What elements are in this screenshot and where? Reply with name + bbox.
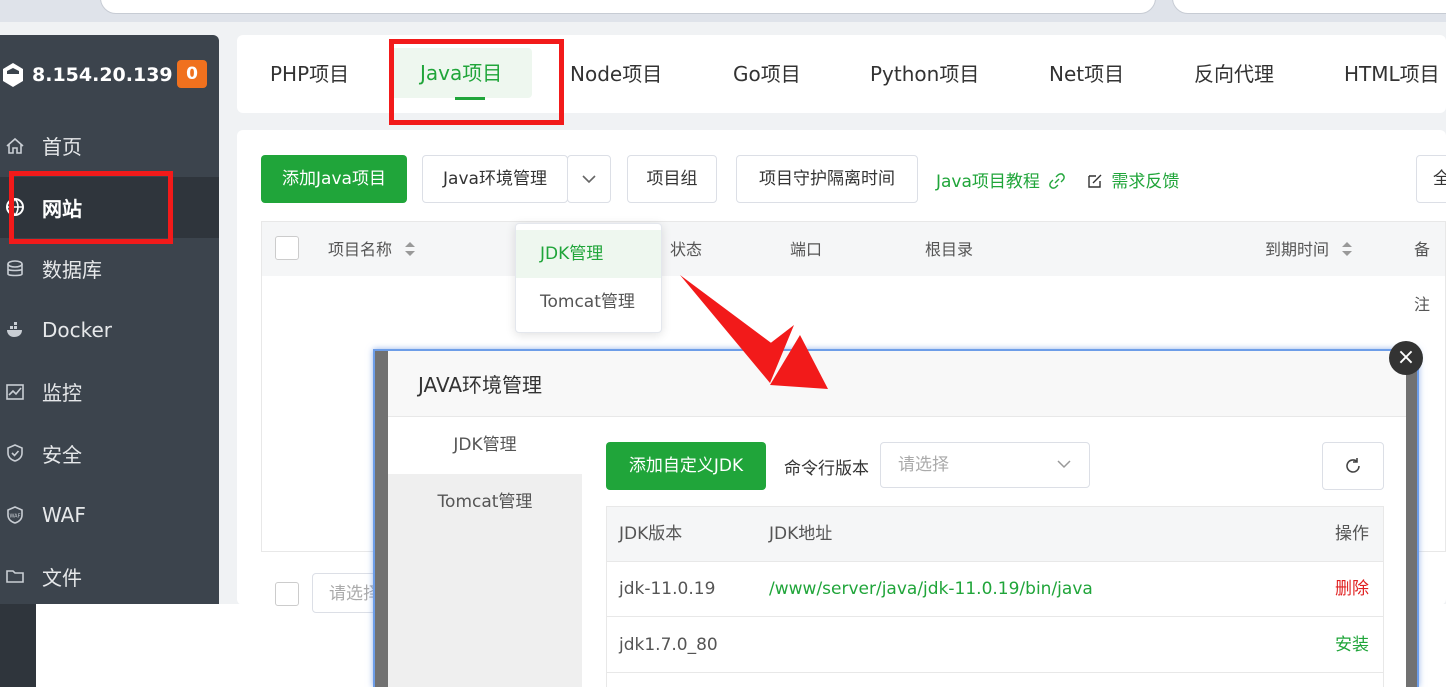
cli-version-placeholder: 请选择 <box>898 455 949 475</box>
col-jdk-version: JDK版本 <box>619 524 683 544</box>
shield-icon <box>4 442 26 464</box>
project-table-header: 项目名称 状态 端口 根目录 到期时间 备注 <box>261 221 1446 314</box>
close-icon[interactable]: × <box>1389 341 1423 375</box>
sidebar-item-label: 安全 <box>42 442 82 467</box>
tab-reverse-proxy[interactable]: 反向代理 <box>1194 35 1274 113</box>
sidebar-item-security[interactable]: 安全 <box>0 423 219 485</box>
col-root-dir: 根目录 <box>925 240 974 259</box>
refresh-icon <box>1346 458 1360 473</box>
tab-python[interactable]: Python项目 <box>870 35 979 113</box>
highlight-website-box <box>9 171 173 244</box>
cli-version-select[interactable]: 请选择 <box>880 442 1090 488</box>
sidebar-item-label: Docker <box>42 318 113 343</box>
refresh-button[interactable] <box>1322 442 1384 490</box>
java-env-dropdown-menu: JDK管理 Tomcat管理 <box>515 223 662 333</box>
sidebar-item-files[interactable]: 文件 <box>0 546 219 606</box>
sidebar-item-database[interactable]: 数据库 <box>0 238 219 300</box>
table-row: jdk1.7.0_80 安装 <box>607 618 1383 673</box>
svg-text:WAF: WAF <box>10 513 21 519</box>
project-group-button[interactable]: 项目组 <box>627 155 717 203</box>
highlight-java-tab-box <box>389 39 564 125</box>
browser-search-box[interactable] <box>1172 0 1446 14</box>
table-row: jdk-11.0.19 /www/server/java/jdk-11.0.19… <box>607 562 1383 617</box>
java-tutorial-label: Java项目教程 <box>936 172 1040 192</box>
feedback-link[interactable]: 需求反馈 <box>1087 167 1179 192</box>
sidebar-item-home[interactable]: 首页 <box>0 115 219 177</box>
folder-icon <box>4 565 26 587</box>
filter-all-button[interactable]: 全 <box>1416 155 1446 203</box>
waf-shield-icon: WAF <box>4 504 26 526</box>
col-label: 项目名称 <box>328 240 393 259</box>
sidebar-item-label: WAF <box>42 502 86 527</box>
modal-nav-tomcat[interactable]: Tomcat管理 <box>388 474 582 531</box>
guard-interval-button[interactable]: 项目守护隔离时间 <box>736 155 918 203</box>
col-project-name[interactable]: 项目名称 <box>328 222 417 277</box>
monitor-icon <box>4 381 26 403</box>
sidebar-item-waf[interactable]: WAF WAF <box>0 484 219 546</box>
modal-side-nav: JDK管理 Tomcat管理 <box>388 417 582 687</box>
tab-php[interactable]: PHP项目 <box>270 35 349 113</box>
server-logo-icon <box>3 63 23 87</box>
database-icon <box>4 258 26 280</box>
menu-item-tomcat-manage[interactable]: Tomcat管理 <box>516 278 661 326</box>
modal-nav-jdk[interactable]: JDK管理 <box>388 417 582 474</box>
chevron-down-icon <box>582 175 596 184</box>
tab-go[interactable]: Go项目 <box>733 35 801 113</box>
menu-item-jdk-manage[interactable]: JDK管理 <box>516 230 661 278</box>
modal-content: JAVA环境管理 JDK管理 Tomcat管理 添加自定义JDK 命令行版本 请… <box>388 351 1409 687</box>
tab-node[interactable]: Node项目 <box>570 35 662 113</box>
sidebar-item-label: 文件 <box>42 565 82 590</box>
java-env-manage-button[interactable]: Java环境管理 <box>422 155 568 203</box>
jdk-version-cell: jdk-11.0.19 <box>619 579 716 599</box>
java-env-modal: JAVA环境管理 JDK管理 Tomcat管理 添加自定义JDK 命令行版本 请… <box>373 341 1423 687</box>
col-jdk-path: JDK地址 <box>769 524 833 544</box>
browser-chrome <box>0 0 1446 22</box>
jdk-table: JDK版本 JDK地址 操作 jdk-11.0.19 /www/server/j… <box>606 506 1384 687</box>
sidebar-item-label: 数据库 <box>42 258 102 283</box>
tab-html[interactable]: HTML项目 <box>1344 35 1440 113</box>
java-env-dropdown-toggle[interactable] <box>567 155 611 203</box>
delete-action[interactable]: 删除 <box>1335 562 1369 617</box>
add-java-project-button[interactable]: 添加Java项目 <box>261 155 407 203</box>
jdk-path-cell[interactable]: /www/server/java/jdk-11.0.19/bin/java <box>769 562 1093 617</box>
jdk-version-cell: jdk1.7.0_80 <box>619 635 718 655</box>
home-icon <box>4 135 26 157</box>
footer-select-checkbox[interactable] <box>275 582 299 606</box>
notification-badge[interactable]: 0 <box>177 60 207 88</box>
sidebar-item-monitor[interactable]: 监控 <box>0 361 219 423</box>
sidebar-item-label: 监控 <box>42 381 82 406</box>
tab-net[interactable]: Net项目 <box>1049 35 1124 113</box>
chevron-down-icon <box>1057 460 1071 469</box>
server-header: 8.154.20.139 0 <box>0 35 219 115</box>
modal-left-edge <box>375 351 388 687</box>
sidebar: 8.154.20.139 0 首页 网站 数据库 Docker 监控 安全 WA… <box>0 35 219 605</box>
modal-right-edge <box>1406 351 1417 687</box>
col-action: 操作 <box>1335 524 1369 544</box>
select-all-checkbox[interactable] <box>275 236 299 260</box>
edit-icon <box>1088 174 1102 188</box>
col-label: 到期时间 <box>1265 240 1330 259</box>
sidebar-item-label: 首页 <box>42 135 82 160</box>
docker-icon <box>4 319 26 341</box>
external-link-icon <box>1049 173 1066 189</box>
sort-icon <box>405 242 416 256</box>
server-ip: 8.154.20.139 <box>32 64 173 86</box>
sort-icon <box>1342 242 1353 256</box>
cli-version-label: 命令行版本 <box>784 459 869 479</box>
address-bar[interactable] <box>100 0 1156 14</box>
col-expire[interactable]: 到期时间 <box>1265 222 1354 277</box>
jdk-table-header: JDK版本 JDK地址 操作 <box>607 507 1383 562</box>
col-remark: 备注 <box>1414 240 1431 314</box>
sidebar-item-docker[interactable]: Docker <box>0 300 219 362</box>
red-arrow-annotation <box>680 275 828 389</box>
install-action[interactable]: 安装 <box>1335 618 1369 673</box>
sidebar-footer <box>0 604 36 687</box>
feedback-label: 需求反馈 <box>1111 172 1180 192</box>
modal-title: JAVA环境管理 <box>388 351 1409 417</box>
java-tutorial-link[interactable]: Java项目教程 <box>936 167 1066 192</box>
add-custom-jdk-button[interactable]: 添加自定义JDK <box>606 442 766 490</box>
